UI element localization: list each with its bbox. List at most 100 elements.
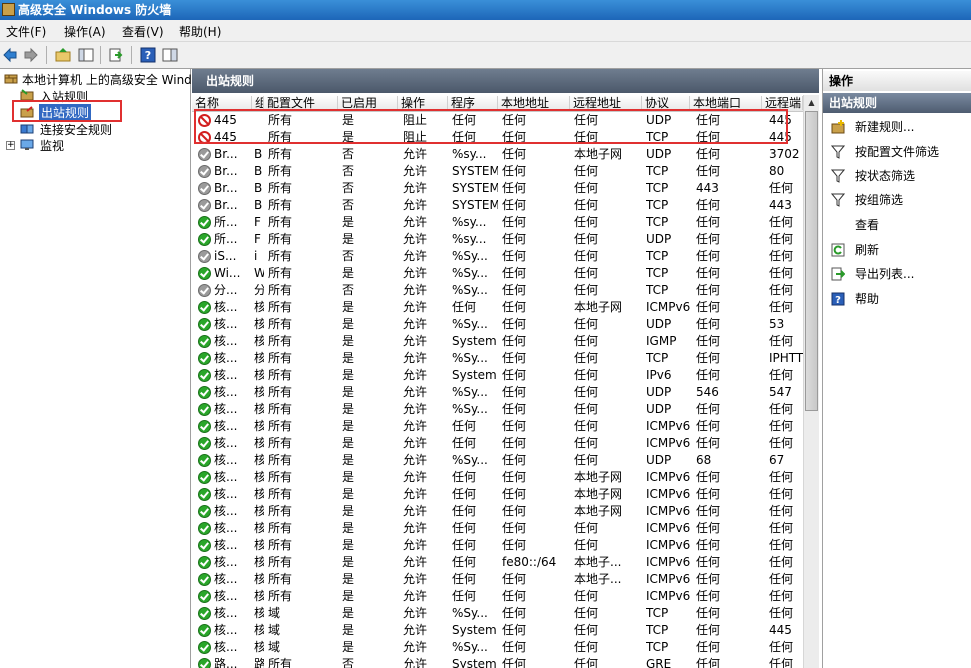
cell-profile: 所有 [268,572,293,586]
menu-action[interactable]: 操作(A) [62,23,108,40]
help-icon[interactable]: ? [140,47,156,63]
menu-help[interactable]: 帮助(H) [177,23,223,40]
cell-local-address: 任何 [502,266,527,280]
col-protocol[interactable]: 协议 [642,96,690,110]
cell-profile: 所有 [268,351,293,365]
table-row[interactable]: 所... F 所有 是 允许 %sy... 任何 任何 UDP 任何 任何 [192,231,803,248]
cell-group: 核 [254,334,264,348]
table-row[interactable]: 核... 核所有 是 允许 %Sy... 任何 任何 TCP 任何 IPHTTI [192,350,803,367]
table-row[interactable]: 核... 核所有 是 允许 任何 任何 任何 ICMPv6 任何 任何 [192,537,803,554]
action-refresh[interactable]: 刷新 [823,240,971,260]
col-remote-port[interactable]: 远程端 [762,96,803,110]
table-row[interactable]: 核... 核所有 是 允许 任何 任何 本地子网 ICMPv6 任何 任何 [192,469,803,486]
table-row[interactable]: Br... B 所有 否 允许 SYSTEM 任何 任何 TCP 443 任何 [192,180,803,197]
action-export-list[interactable]: 导出列表... [823,264,971,284]
scrollbar-thumb[interactable] [805,111,818,411]
cell-protocol: TCP [646,130,669,144]
cell-enabled: 否 [342,164,355,178]
scroll-up-arrow-icon[interactable]: ▲ [804,95,819,110]
table-row[interactable]: Br... B 所有 否 允许 SYSTEM 任何 任何 TCP 任何 80 [192,163,803,180]
table-row[interactable]: 核... 核所有 是 允许 任何 任何 任何 ICMPv6 任何 任何 [192,418,803,435]
cell-group: 核 [254,453,264,467]
action-view[interactable]: 查看 [823,215,971,235]
col-name[interactable]: 名称 [192,96,252,110]
table-row[interactable]: 核... 核所有 是 允许 任何 任何 本地子网 ICMPv6 任何 任何 [192,486,803,503]
table-row[interactable]: Wi... W 所有 是 允许 %Sy... 任何 任何 TCP 任何 任何 [192,265,803,282]
col-profile[interactable]: 配置文件 [264,96,338,110]
table-row[interactable]: 核... 核所有 是 允许 %Sy... 任何 任何 UDP 68 67 [192,452,803,469]
table-row[interactable]: 核... 核所有 是 允许 任何 任何 本地子... ICMPv6 任何 任何 [192,571,803,588]
cell-profile: 域 [268,640,281,654]
table-row[interactable]: 核... 核所有 是 允许 任何 任何 任何 ICMPv6 任何 任何 [192,588,803,605]
col-remote-address[interactable]: 远程地址 [570,96,642,110]
tree-item-inbound-rules[interactable]: 入站规则 [40,88,88,105]
col-enabled[interactable]: 已启用 [338,96,398,110]
cell-protocol: TCP [646,198,669,212]
col-action[interactable]: 操作 [398,96,448,110]
col-local-port[interactable]: 本地端口 [690,96,762,110]
table-row[interactable]: 445 所有 是 阻止 任何 任何 任何 UDP 任何 445 [192,112,803,129]
show-hide-tree-icon[interactable] [78,47,94,63]
cell-protocol: UDP [646,317,672,331]
table-row[interactable]: Br... B 所有 否 允许 %sy... 任何 本地子网 UDP 任何 3702 [192,146,803,163]
table-row[interactable]: 路... 路所有 否 允许 System 任何 任何 GRE 任何 任何 [192,656,803,668]
action-help[interactable]: ? 帮助 [823,289,971,309]
table-row[interactable]: 核... 核所有 是 允许 任何 fe80::/64 本地子... ICMPv6 任何 任何 [192,554,803,571]
cell-enabled: 否 [342,147,355,161]
table-row[interactable]: 所... F 所有 是 允许 %sy... 任何 任何 TCP 任何 任何 [192,214,803,231]
tree-expander[interactable]: + [6,141,15,150]
table-row[interactable]: 核... 核所有 是 允许 任何 任何 任何 ICMPv6 任何 任何 [192,435,803,452]
action-pane-icon[interactable] [162,47,178,63]
action-filter-state[interactable]: 按状态筛选 [823,166,971,186]
table-row[interactable]: 核... 核所有 是 允许 System 任何 任何 IPv6 任何 任何 [192,367,803,384]
action-filter-profile[interactable]: 按配置文件筛选 [823,142,971,162]
tree-item-monitoring[interactable]: 监视 [40,137,64,154]
cell-program: 任何 [452,130,477,144]
allow-rule-enabled-icon [198,641,211,654]
table-row[interactable]: 核... 核域 是 允许 %Sy... 任何 任何 TCP 任何 任何 [192,639,803,656]
cell-local-address: 任何 [502,215,527,229]
vertical-scrollbar[interactable]: ▲ [803,95,819,668]
table-row[interactable]: 445 所有 是 阻止 任何 任何 任何 TCP 任何 445 [192,129,803,146]
cell-remote-address: 本地子网 [574,147,623,161]
cell-action: 允许 [403,351,428,365]
cell-remote-port: 任何 [769,487,794,501]
table-row[interactable]: 核... 核所有 是 允许 %Sy... 任何 任何 UDP 546 547 [192,384,803,401]
table-row[interactable]: 核... 核域 是 允许 System 任何 任何 TCP 任何 445 [192,622,803,639]
table-row[interactable]: iS... i 所有 否 允许 %Sy... 任何 任何 TCP 任何 任何 [192,248,803,265]
cell-profile: 所有 [268,538,293,552]
cell-local-address: 任何 [502,419,527,433]
cell-local-port: 任何 [696,538,721,552]
cell-local-port: 任何 [696,623,721,637]
table-row[interactable]: 分... 分所有 否 允许 %Sy... 任何 任何 TCP 任何 任何 [192,282,803,299]
cell-enabled: 是 [342,334,355,348]
tree-item-outbound-rules[interactable]: 出站规则 [39,104,92,121]
back-arrow-icon[interactable] [2,47,18,63]
col-group[interactable]: 组 [252,96,264,110]
actions-title: 操作 [823,71,971,91]
col-local-address[interactable]: 本地地址 [498,96,570,110]
firewall-app-icon [2,3,15,16]
table-row[interactable]: 核... 核所有 是 允许 %Sy... 任何 任何 UDP 任何 任何 [192,401,803,418]
table-row[interactable]: 核... 核所有 是 允许 %Sy... 任何 任何 UDP 任何 53 [192,316,803,333]
table-row[interactable]: 核... 核所有 是 允许 任何 任何 本地子网 ICMPv6 任何 任何 [192,503,803,520]
menu-file[interactable]: 文件(F) [4,23,48,40]
table-row[interactable]: 核... 核域 是 允许 %Sy... 任何 任何 TCP 任何 任何 [192,605,803,622]
tree-root[interactable]: 本地计算机 上的高级安全 Windows [22,71,215,88]
cell-action: 允许 [403,232,428,246]
action-filter-group[interactable]: 按组筛选 [823,190,971,210]
up-folder-icon[interactable] [55,47,71,63]
export-list-icon[interactable] [108,47,124,63]
action-new-rule[interactable]: 新建规则... [823,117,971,137]
actions-section-outbound[interactable]: 出站规则 [823,93,971,113]
col-program[interactable]: 程序 [448,96,498,110]
cell-profile: 所有 [268,198,293,212]
table-row[interactable]: 核... 核所有 是 允许 任何 任何 本地子网 ICMPv6 任何 任何 [192,299,803,316]
tree-item-connection-security[interactable]: 连接安全规则 [40,121,112,138]
forward-arrow-icon[interactable] [23,47,39,63]
table-row[interactable]: 核... 核所有 是 允许 System 任何 任何 IGMP 任何 任何 [192,333,803,350]
table-row[interactable]: 核... 核所有 是 允许 任何 任何 任何 ICMPv6 任何 任何 [192,520,803,537]
table-row[interactable]: Br... B 所有 否 允许 SYSTEM 任何 任何 TCP 任何 443 [192,197,803,214]
menu-view[interactable]: 查看(V) [120,23,166,40]
cell-profile: 所有 [268,504,293,518]
